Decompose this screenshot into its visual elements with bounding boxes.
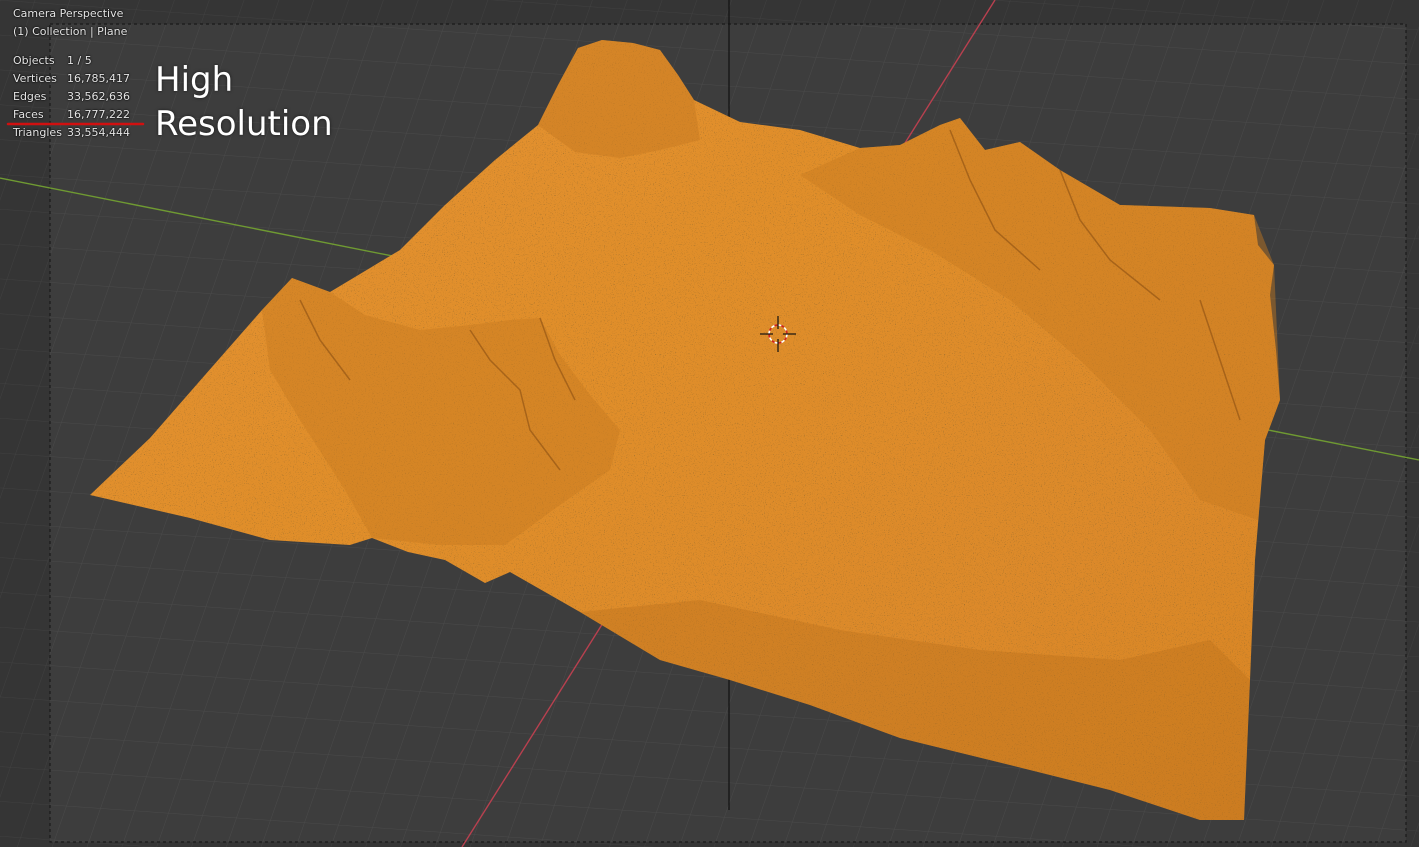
stat-label: Vertices [13,72,57,85]
stat-value: 1 / 5 [67,54,92,67]
stat-value: 33,562,636 [67,90,130,103]
stat-label: Triangles [13,126,62,139]
resolution-annotation: High Resolution [155,58,333,146]
stat-value: 33,554,444 [67,126,130,139]
stat-row-vertices: Vertices 16,785,417 [13,70,130,88]
stat-row-edges: Edges 33,562,636 [13,88,130,106]
stat-label: Objects [13,54,55,67]
annotation-line-2: Resolution [155,104,333,144]
view-info: Camera Perspective (1) Collection | Plan… [13,5,127,41]
stat-row-triangles: Triangles 33,554,444 [13,124,130,142]
stat-value: 16,785,417 [67,72,130,85]
view-name: Camera Perspective [13,7,124,20]
stat-label: Edges [13,90,47,103]
stat-row-faces: Faces 16,777,222 [13,106,130,124]
stat-label: Faces [13,108,44,121]
stat-row-objects: Objects 1 / 5 [13,52,130,70]
scene-statistics: Objects 1 / 5 Vertices 16,785,417 Edges … [13,52,130,142]
3d-viewport[interactable]: Camera Perspective (1) Collection | Plan… [0,0,1419,847]
collection-label: (1) Collection | Plane [13,25,128,38]
annotation-line-1: High [155,60,234,100]
stat-value: 16,777,222 [67,108,130,121]
